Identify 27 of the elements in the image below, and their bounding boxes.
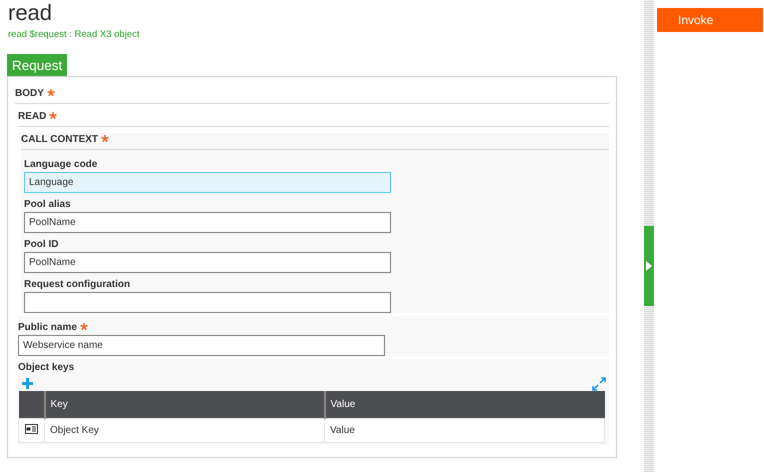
field-label: Public name (18, 322, 77, 332)
expand-icon[interactable] (592, 376, 606, 390)
text-field[interactable]: Language (24, 172, 391, 193)
text-field[interactable]: Webservice name (18, 335, 385, 356)
row-editor-icon[interactable] (25, 424, 38, 434)
section-heading: CALL CONTEXT (21, 134, 98, 144)
text-field[interactable]: PoolName (24, 252, 391, 273)
add-icon[interactable] (22, 378, 33, 389)
field-label: Pool alias (24, 198, 71, 210)
collapse-handle[interactable] (644, 226, 654, 306)
operation-subtitle: read $request : Read X3 object (8, 29, 141, 40)
page-title: read (7, 0, 54, 26)
column-header: Value (324, 391, 604, 418)
section-heading: READ (18, 110, 46, 122)
text-field[interactable]: PoolName (24, 212, 391, 233)
field-label: Object keys (18, 362, 74, 372)
header-cell (18, 391, 44, 418)
column-header: Key (44, 391, 324, 418)
splitter-bar[interactable] (644, 0, 654, 472)
table-cell: Object Key (44, 418, 324, 442)
section-heading: BODY (15, 88, 44, 98)
text-field[interactable] (24, 292, 391, 313)
triangle-icon (646, 261, 652, 271)
field-label: Language code (24, 158, 98, 170)
field-label: Pool ID (24, 238, 58, 250)
table-cell: Value (324, 418, 604, 442)
field-label: Request configuration (24, 278, 130, 290)
